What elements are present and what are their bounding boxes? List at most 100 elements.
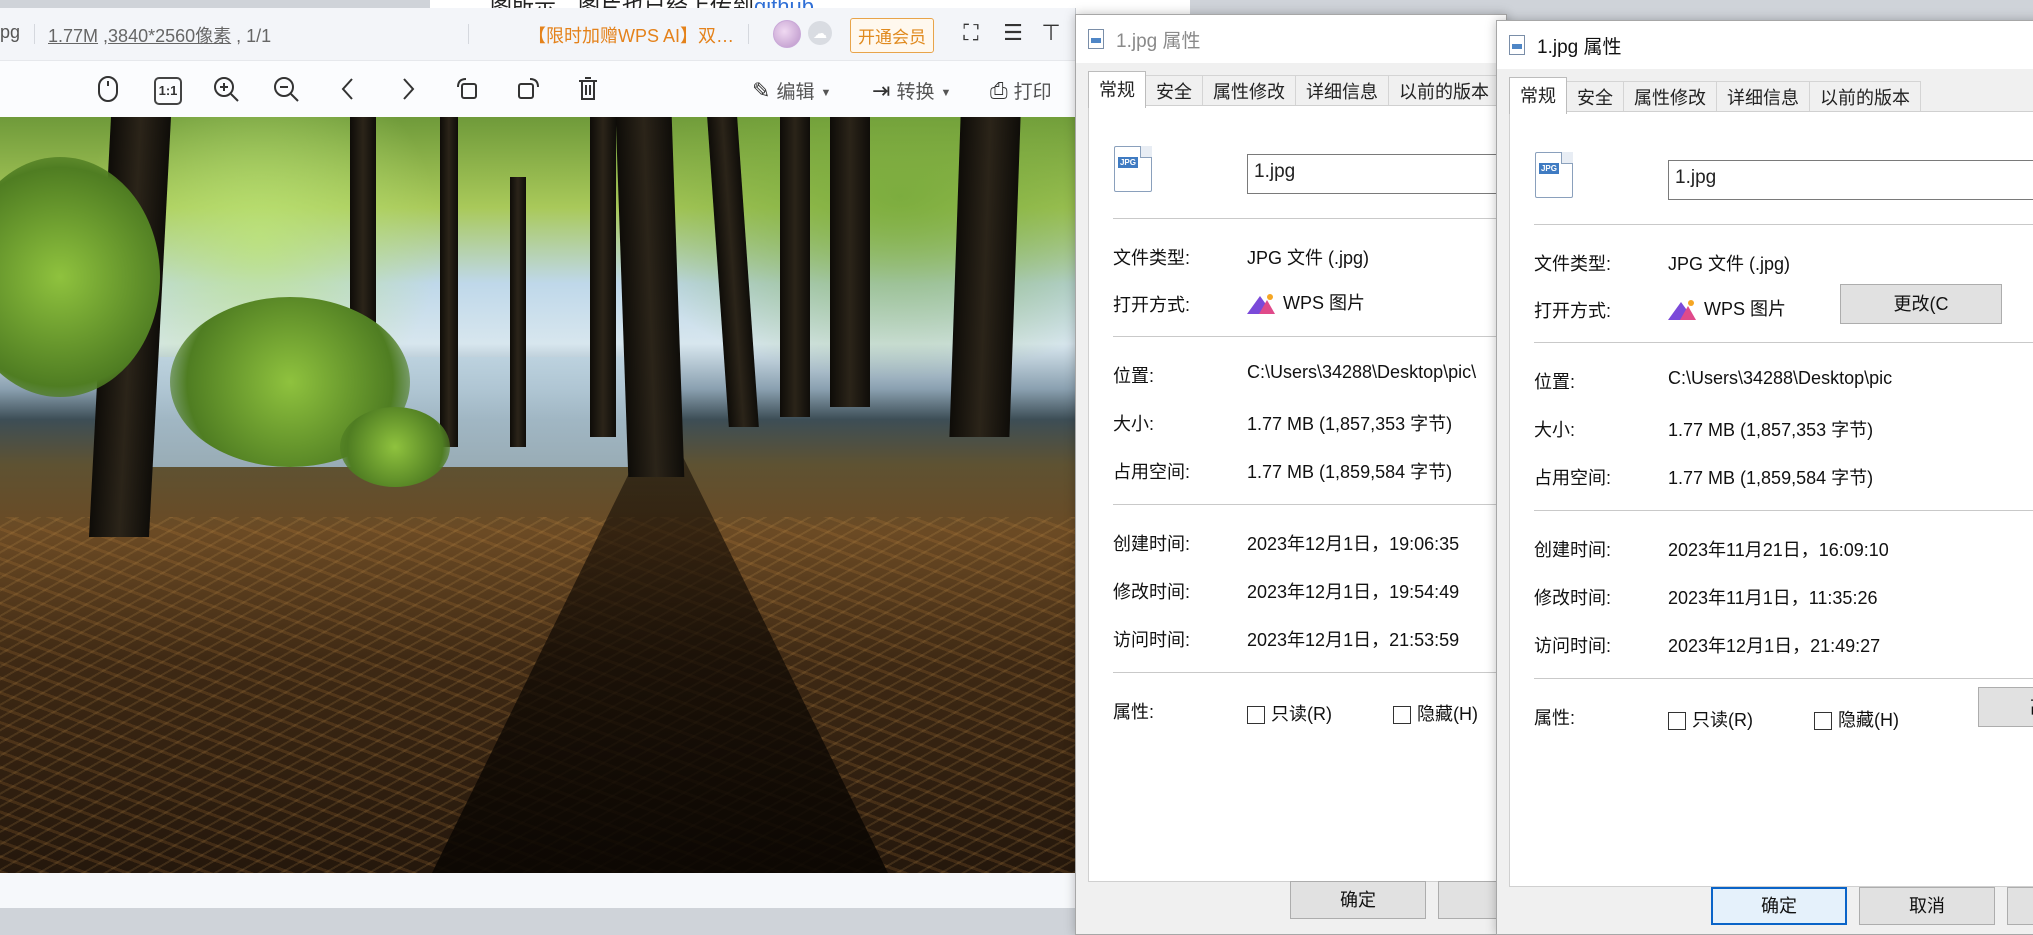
wps-photo-icon [1247,294,1275,315]
cancel-button[interactable]: 取消 [1859,887,1995,925]
divider [1113,218,1506,219]
print-label: 打印 [1013,82,1052,103]
file-icon [1509,35,1525,55]
hidden-label: 隐藏(H) [1417,704,1478,724]
zoom-out-icon[interactable] [270,73,302,105]
tree-trunk [780,117,810,417]
change-button[interactable]: 更改(C [1840,284,2002,324]
tab-bar: 常规 安全 属性修改 详细信息 以前的版本 [1088,71,1500,108]
tab-attribute-edit[interactable]: 属性修改 [1623,81,1717,114]
tab-details[interactable]: 详细信息 [1716,81,1810,114]
tab-attribute-edit[interactable]: 属性修改 [1202,75,1296,108]
wps-image-viewer: pg 1.77M ,3840*2560像素 , 1/1 【限时加赠WPS AI】… [0,8,1076,908]
file-icon [1088,29,1104,49]
zoom-in-icon[interactable] [210,73,242,105]
pin-icon[interactable]: ⊤ [1036,18,1066,48]
mouse-mode-icon[interactable] [92,73,124,105]
location-label: 位置: [1534,372,1576,392]
disk-size-label: 占用空间: [1113,462,1191,482]
filename-field[interactable]: 1.jpg [1668,160,2033,200]
wps-photo-icon [1668,300,1696,321]
image-resolution[interactable]: 3840*2560像素 [108,26,231,46]
rotate-left-icon[interactable] [452,73,484,105]
hidden-checkbox[interactable]: 隐藏(H) [1393,700,1478,726]
disk-size-label: 占用空间: [1534,468,1612,488]
jpg-file-icon: JPG [1535,152,1573,198]
tab-details[interactable]: 详细信息 [1295,75,1389,108]
modified-value: 2023年11月1日，11:35:26 [1668,588,1878,608]
created-value: 2023年12月1日，19:06:35 [1247,534,1460,554]
divider [1113,672,1506,673]
disk-size-value: 1.77 MB (1,859,584 字节) [1247,462,1453,482]
general-panel: JPG 1.jpg 文件类型: JPG 文件 (.jpg) 打开方式: WPS … [1088,105,1506,882]
promo-banner[interactable]: 【限时加赠WPS AI】双… [528,22,734,48]
open-with-label: 打开方式: [1534,301,1612,321]
edit-label: 编辑 [776,82,815,103]
dialog-title: 1.jpg 属性 [1537,37,1622,58]
file-name: pg [0,22,21,42]
tab-security[interactable]: 安全 [1566,81,1624,114]
page-count: 1/1 [246,26,272,46]
divider [1113,504,1506,505]
accessed-label: 访问时间: [1534,636,1612,656]
convert-icon: ⇥ [872,78,891,103]
accessed-value: 2023年12月1日，21:53:59 [1247,630,1460,650]
chevron-down-icon: ▼ [940,86,952,99]
ok-button[interactable]: 确定 [1711,887,1847,925]
checkbox-box[interactable] [1247,706,1265,725]
readonly-label: 只读(R) [1692,710,1753,730]
rotate-right-icon[interactable] [512,73,544,105]
modified-label: 修改时间: [1113,582,1191,602]
divider [34,24,35,44]
file-size[interactable]: 1.77M [48,26,98,46]
location-value: C:\Users\34288\Desktop\pic\ [1247,362,1477,382]
readonly-checkbox[interactable]: 只读(R) [1668,706,1753,732]
tab-bar: 常规 安全 属性修改 详细信息 以前的版本 [1509,77,1921,114]
divider [468,24,469,44]
readonly-label: 只读(R) [1271,704,1332,724]
fullscreen-icon[interactable]: ⛶ [956,18,986,48]
apply-button[interactable] [2007,887,2033,925]
readonly-checkbox[interactable]: 只读(R) [1247,700,1332,726]
tab-general[interactable]: 常规 [1509,77,1567,114]
filename-field[interactable]: 1.jpg [1247,154,1506,194]
divider [1534,510,2033,511]
dialog-title-bar[interactable]: 1.jpg 属性 [1076,15,1506,63]
tab-previous-versions[interactable]: 以前的版本 [1388,75,1500,108]
tab-general[interactable]: 常规 [1088,71,1146,108]
tree-trunk [615,117,685,477]
advanced-button[interactable]: 高 [1978,687,2033,727]
ok-button[interactable]: 确定 [1290,881,1426,919]
tree-trunk [949,117,1021,437]
printer-icon: ⎙ [990,78,1008,103]
created-label: 创建时间: [1113,534,1191,554]
next-icon[interactable] [392,73,424,105]
menu-icon[interactable]: ☰ [998,18,1028,48]
viewer-toolbar: 1:1 ✎ 编辑 ▼ ⇥ 转换 ▼ ⎙ 打印 [0,61,1075,118]
hidden-checkbox[interactable]: 隐藏(H) [1814,706,1899,732]
attributes-label: 属性: [1534,708,1576,728]
tree-trunk [440,117,458,447]
avatar[interactable] [773,20,801,48]
edit-menu[interactable]: ✎ 编辑 ▼ [752,77,831,104]
convert-label: 转换 [896,82,935,103]
foliage [340,407,450,487]
previous-icon[interactable] [332,73,364,105]
actual-size-button[interactable]: 1:1 [154,77,182,105]
vip-button[interactable]: 开通会员 [850,18,934,53]
checkbox-box[interactable] [1814,712,1832,731]
checkbox-box[interactable] [1393,706,1411,725]
tree-trunk [707,117,759,427]
cloud-sync-icon[interactable]: ☁ [808,21,832,45]
delete-icon[interactable] [572,73,604,105]
type-value: JPG 文件 (.jpg) [1247,248,1370,268]
location-value: C:\Users\34288\Desktop\pic [1668,368,1893,388]
print-button[interactable]: ⎙ 打印 [990,77,1052,104]
tab-security[interactable]: 安全 [1145,75,1203,108]
accessed-value: 2023年12月1日，21:49:27 [1668,636,1881,656]
created-label: 创建时间: [1534,540,1612,560]
dialog-title-bar[interactable]: 1.jpg 属性 [1497,21,2033,69]
convert-menu[interactable]: ⇥ 转换 ▼ [872,77,951,104]
checkbox-box[interactable] [1668,712,1686,731]
tab-previous-versions[interactable]: 以前的版本 [1809,81,1921,114]
